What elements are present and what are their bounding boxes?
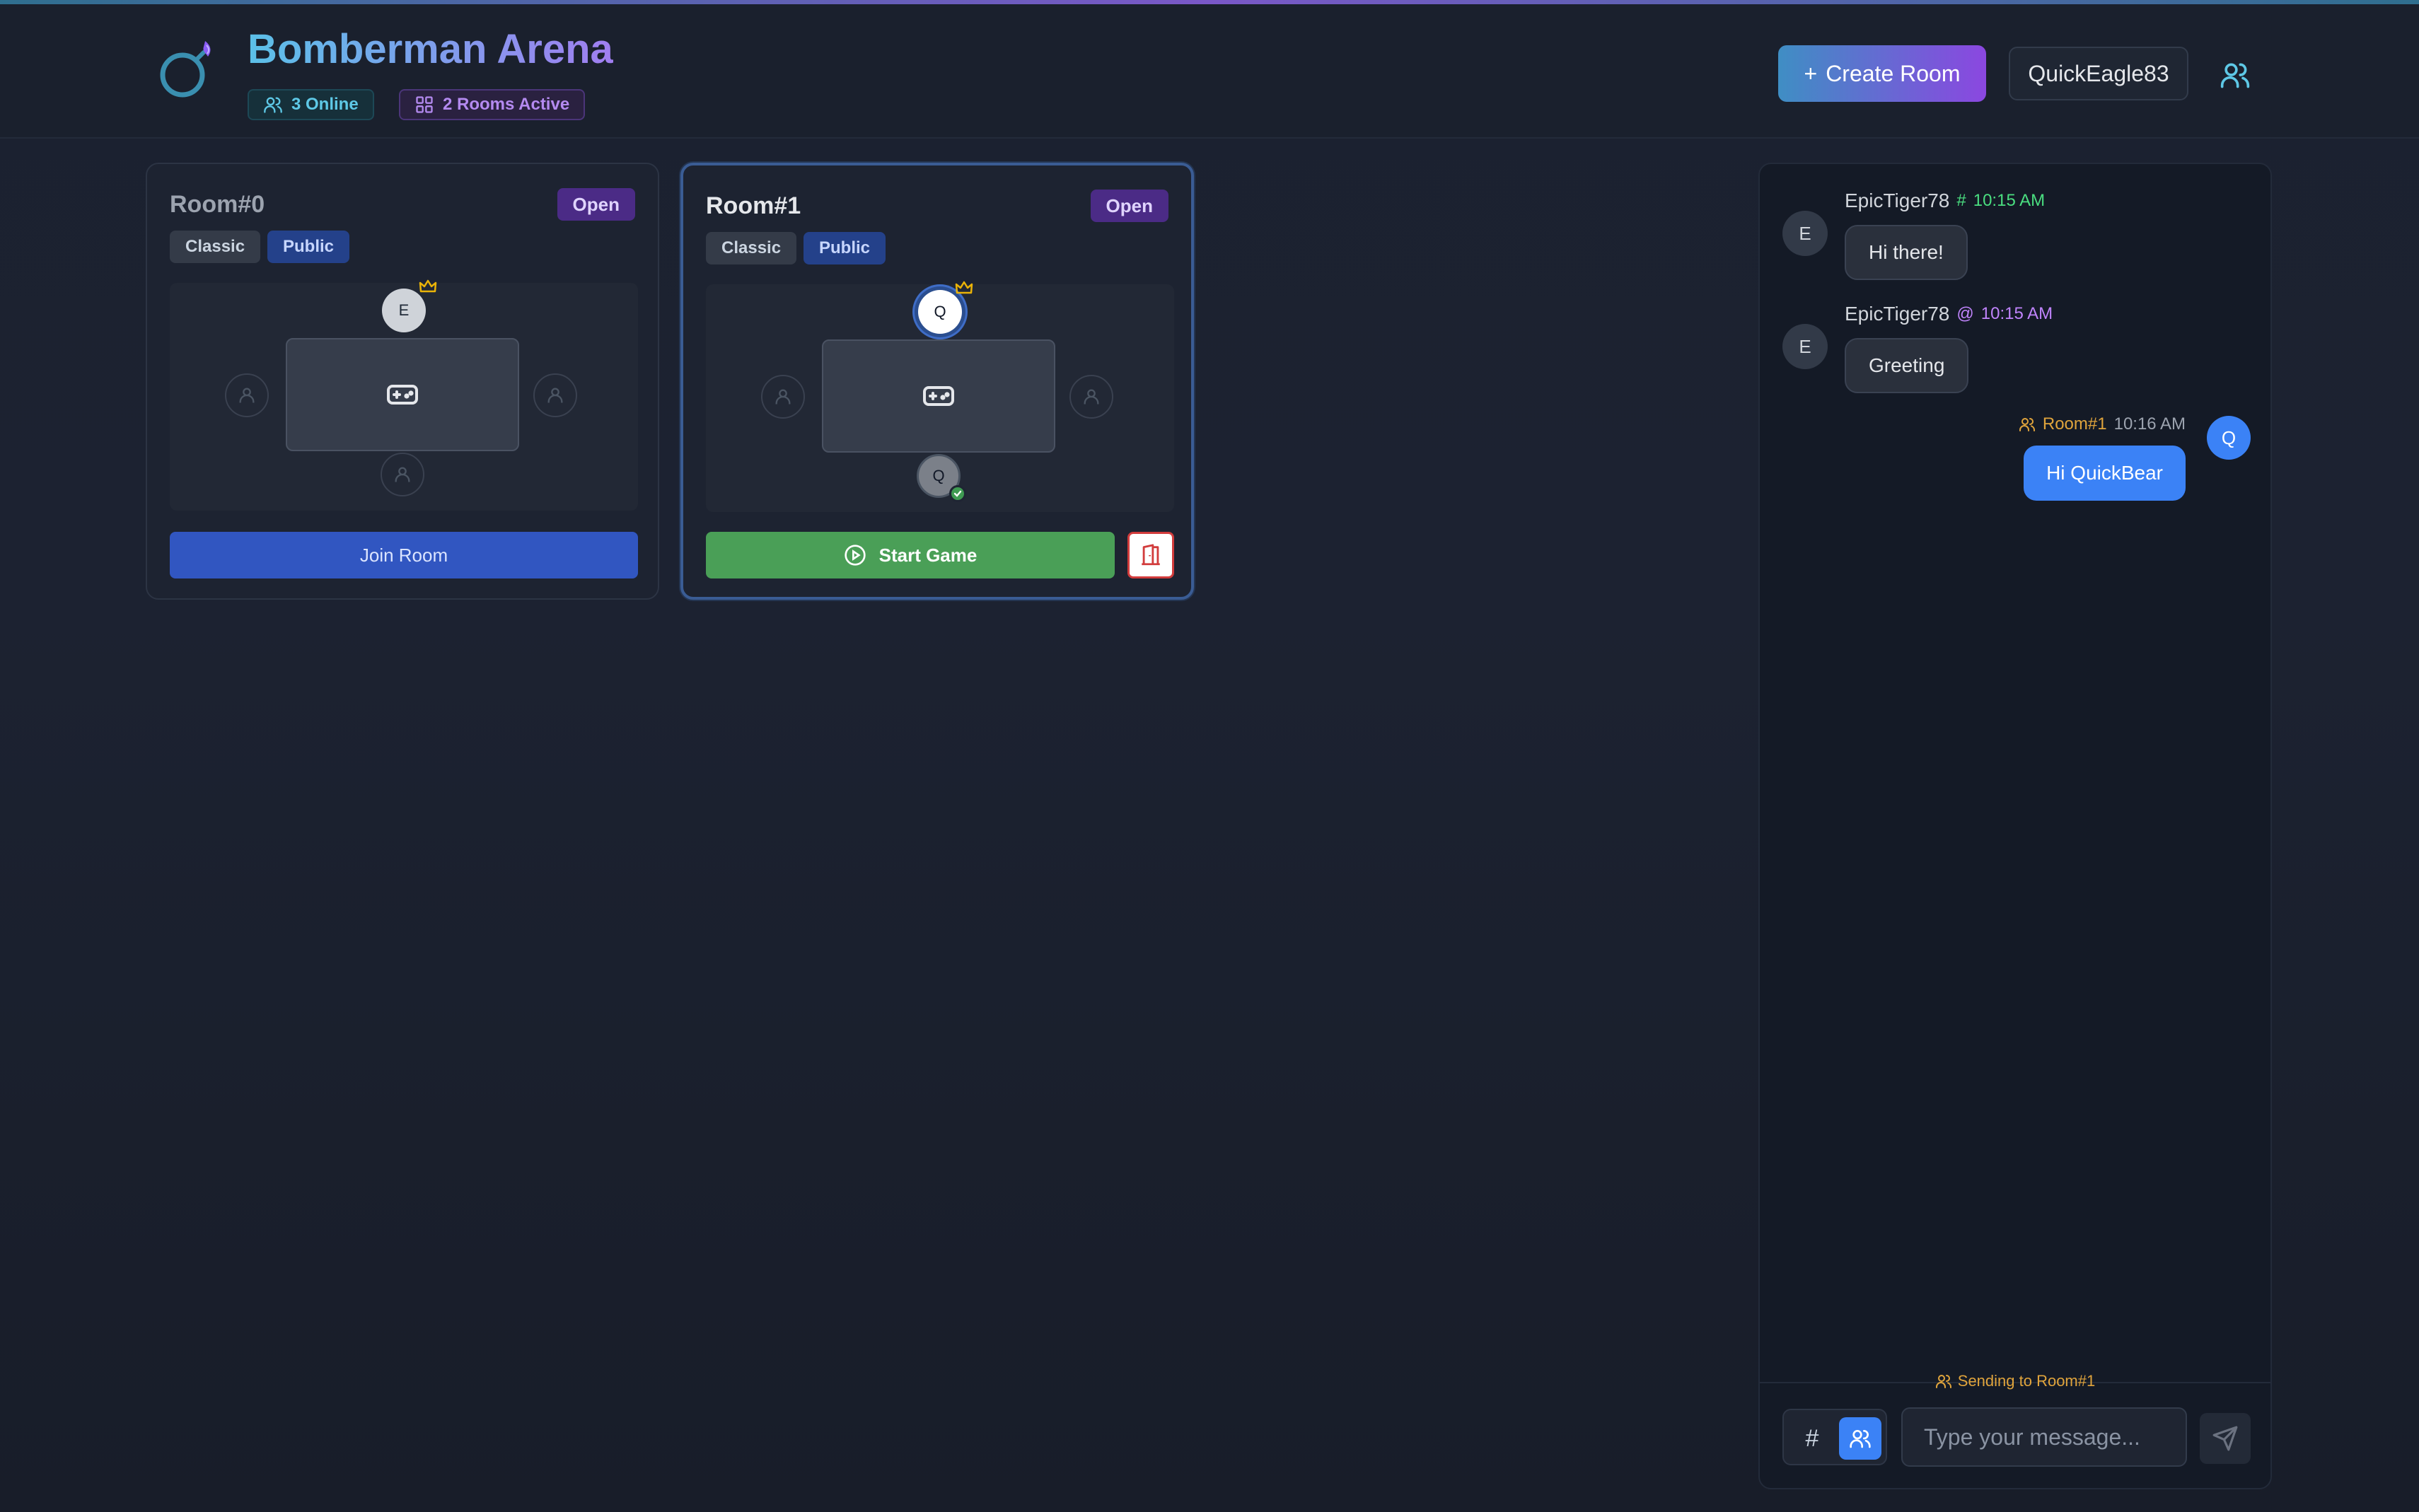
seat-top: Q — [918, 290, 962, 334]
start-game-label: Start Game — [878, 544, 978, 566]
room-card-0: Room#0 Open Classic Public E Join Room — [146, 163, 659, 600]
avatar: E — [1782, 324, 1828, 369]
gamepad-icon — [387, 385, 418, 405]
sending-to-indicator: Sending to Room#1 — [1760, 1372, 2270, 1390]
users-icon — [2220, 63, 2250, 88]
leave-room-button[interactable] — [1127, 532, 1174, 578]
room-card-1: Room#1 Open Classic Public Q Q Start Gam… — [680, 163, 1194, 600]
sending-to-text: Sending to Room#1 — [1957, 1372, 2096, 1390]
game-board — [822, 339, 1055, 453]
chat-panel: E EpicTiger78 # 10:15 AM Hi there! E Epi… — [1758, 163, 2272, 1489]
grid-icon — [416, 96, 433, 113]
global-channel-button[interactable]: # — [1791, 1417, 1833, 1460]
user-icon — [239, 388, 255, 403]
status-badge: Open — [1090, 190, 1168, 222]
room-name: Room#1 — [706, 192, 801, 219]
users-icon — [1850, 1430, 1871, 1448]
arena-preview: Q Q — [706, 281, 1174, 512]
own-message-bubble: Hi QuickBear — [2024, 446, 2186, 501]
username-chip[interactable]: QuickEagle83 — [2009, 47, 2188, 100]
channel-direct-icon: @ — [1956, 304, 1974, 323]
message-input[interactable] — [1901, 1407, 2187, 1467]
gamepad-icon — [923, 386, 954, 406]
rooms-active-text: 2 Rooms Active — [443, 95, 570, 114]
ready-check-icon — [949, 485, 966, 502]
avatar: E — [1782, 211, 1828, 256]
avatar: Q — [2207, 416, 2251, 460]
create-room-button[interactable]: + Create Room — [1778, 45, 1986, 102]
room-channel-button[interactable] — [1839, 1417, 1881, 1460]
seat-right-empty — [1069, 375, 1113, 419]
header: Bomberman Arena 3 Online 2 Rooms Active … — [0, 4, 2419, 139]
online-count-text: 3 Online — [291, 95, 359, 114]
seat-bottom-empty — [381, 453, 424, 496]
play-circle-icon — [844, 545, 866, 566]
room-users-icon — [1935, 1375, 1951, 1388]
room-users-icon — [2019, 418, 2035, 431]
channel-global-icon: # — [1956, 191, 1966, 210]
message-meta: EpicTiger78 # 10:15 AM — [1845, 190, 2045, 212]
seat-right-empty — [533, 373, 577, 417]
game-board — [286, 338, 519, 451]
status-badge: Open — [557, 188, 635, 221]
crown-icon — [955, 281, 973, 294]
crown-icon — [419, 279, 437, 293]
app-title: Bomberman Arena — [248, 26, 613, 72]
sender-name: EpicTiger78 — [1845, 190, 1950, 211]
create-room-label: Create Room — [1826, 60, 1961, 86]
mode-tag: Classic — [170, 231, 261, 263]
users-panel-button[interactable] — [2215, 55, 2255, 95]
join-room-button[interactable]: Join Room — [170, 532, 638, 578]
message-meta: Room#1 10:16 AM — [2019, 414, 2186, 434]
user-icon — [547, 388, 563, 403]
online-count-badge: 3 Online — [248, 89, 374, 120]
message-bubble: Hi there! — [1845, 225, 1968, 280]
door-exit-icon — [1142, 544, 1160, 566]
sender-name: EpicTiger78 — [1845, 303, 1950, 325]
seat-left-empty — [225, 373, 269, 417]
user-icon — [775, 389, 791, 405]
arena-preview: E — [170, 279, 638, 511]
message-time: 10:15 AM — [1980, 304, 2053, 323]
seat-left-empty — [761, 375, 805, 419]
room-name: Room#0 — [170, 191, 265, 218]
bomb-logo-icon — [160, 41, 211, 98]
plus-icon: + — [1804, 60, 1818, 86]
message-bubble: Greeting — [1845, 338, 1969, 393]
visibility-tag: Public — [267, 231, 350, 263]
message-time: 10:16 AM — [2113, 414, 2186, 434]
send-button[interactable] — [2200, 1413, 2251, 1464]
send-icon — [2212, 1426, 2238, 1451]
start-game-button[interactable]: Start Game — [706, 532, 1115, 578]
mode-tag: Classic — [706, 232, 797, 264]
users-icon — [264, 97, 282, 113]
message-room: Room#1 — [2042, 414, 2107, 434]
rooms-active-badge: 2 Rooms Active — [399, 89, 586, 120]
user-icon — [395, 467, 410, 482]
visibility-tag: Public — [804, 232, 886, 264]
message-meta: EpicTiger78 @ 10:15 AM — [1845, 303, 2053, 325]
chat-mode-toggle: # — [1782, 1409, 1887, 1465]
user-icon — [1084, 389, 1099, 405]
message-time: 10:15 AM — [1973, 191, 2046, 210]
seat-top: E — [382, 289, 426, 332]
